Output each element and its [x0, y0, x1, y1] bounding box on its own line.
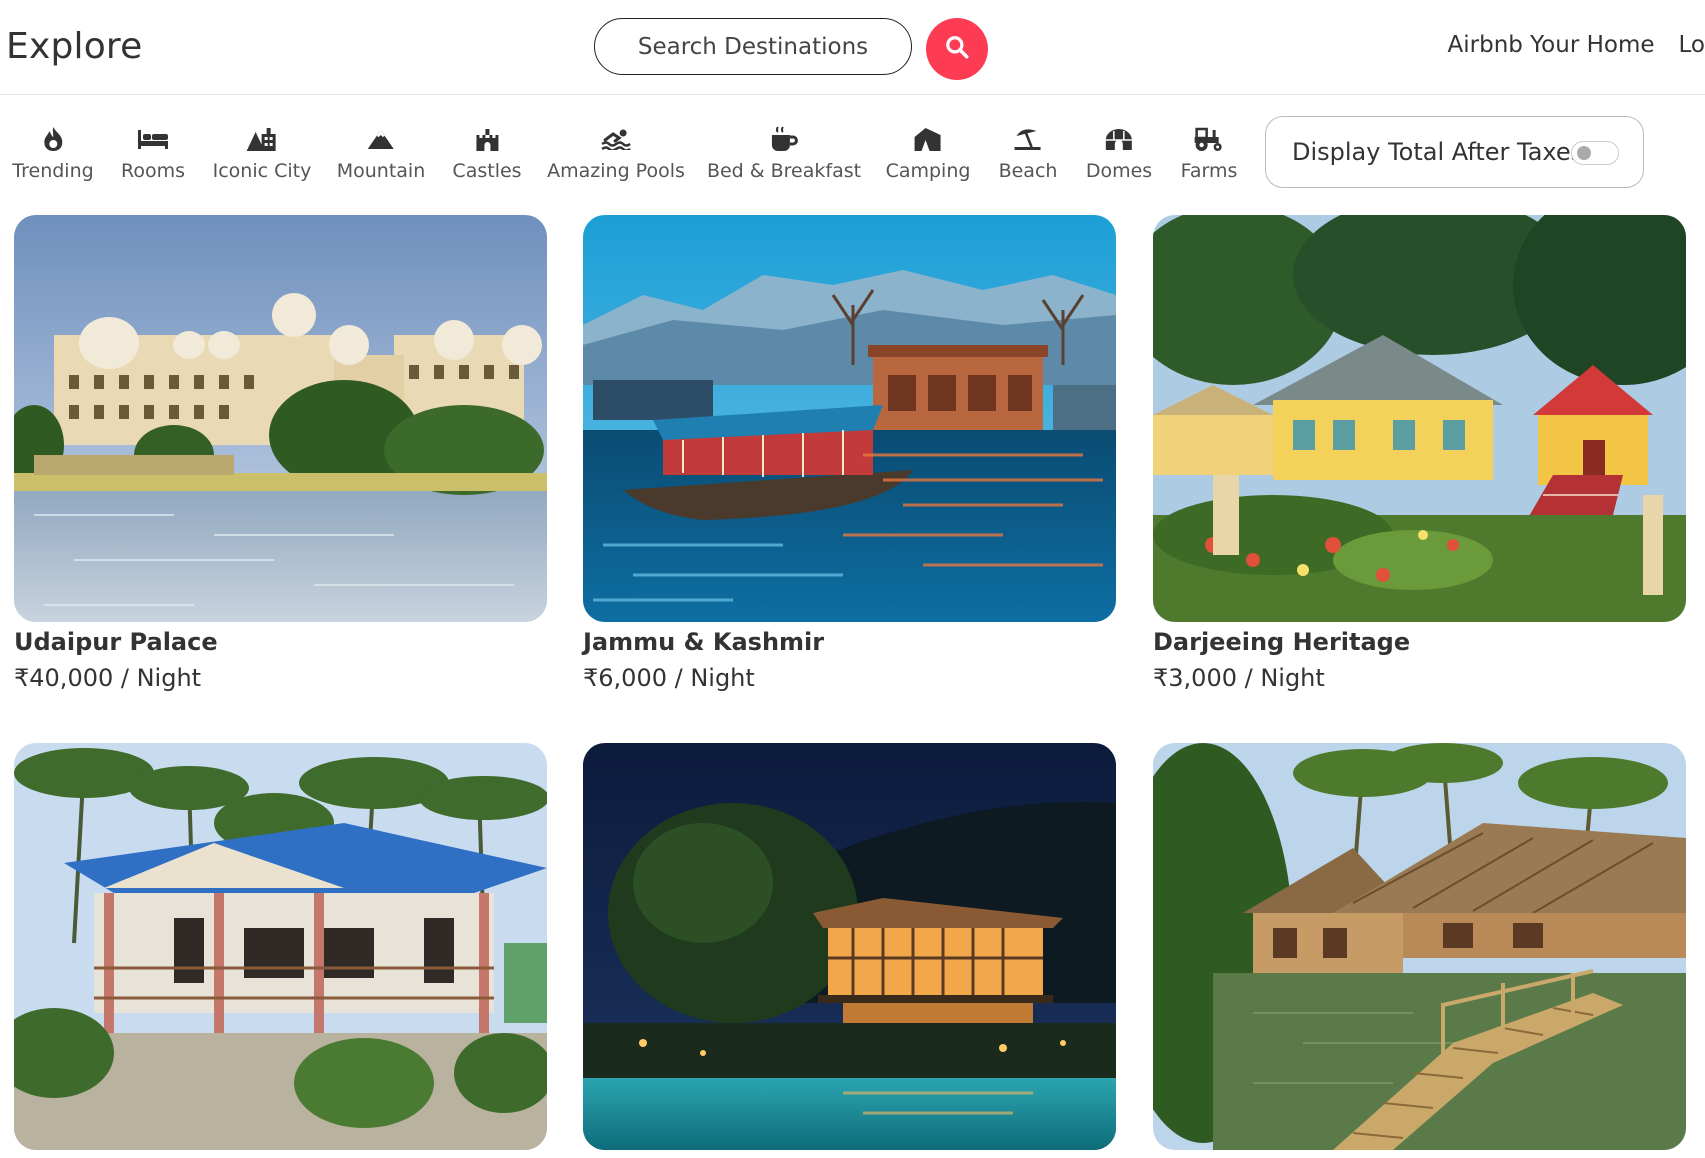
search-icon [944, 34, 970, 64]
filter-beach[interactable]: Beach [998, 124, 1058, 182]
filter-label: Amazing Pools [547, 160, 685, 182]
tax-toggle-switch[interactable] [1571, 141, 1619, 165]
filter-label: Camping [885, 160, 971, 182]
igloo-icon [1086, 124, 1152, 154]
filter-trending[interactable]: Trending [12, 124, 94, 182]
filter-bed-and-breakfast[interactable]: Bed & Breakfast [707, 124, 861, 182]
switch-knob [1577, 146, 1591, 160]
brand-title[interactable]: Explore [6, 26, 143, 67]
filter-iconic-city[interactable]: Iconic City [212, 124, 312, 182]
listing-card[interactable] [1153, 743, 1686, 1158]
search-bar[interactable] [594, 18, 912, 75]
filter-farms[interactable]: Farms [1180, 124, 1238, 182]
thatched-hut-backwater-photo[interactable] [1153, 743, 1686, 1150]
fire-icon [12, 124, 93, 154]
filter-rooms[interactable]: Rooms [121, 124, 185, 182]
filter-mountain[interactable]: Mountain [336, 124, 426, 182]
filter-label: Domes [1085, 160, 1153, 182]
listing-card[interactable]: Udaipur Palace ₹40,000 / Night [14, 215, 547, 692]
filter-label: Bed & Breakfast [706, 160, 862, 182]
listing-card[interactable] [583, 743, 1116, 1158]
castle-icon [452, 124, 521, 154]
houseboat-lake-photo[interactable] [583, 215, 1116, 622]
search-input[interactable] [621, 32, 885, 61]
tax-toggle-label: Display Total After Taxes [1292, 138, 1584, 166]
filter-label: Trending [12, 160, 94, 182]
listing-card[interactable]: Jammu & Kashmir ₹6,000 / Night [583, 215, 1116, 692]
listing-card[interactable] [14, 743, 547, 1158]
filter-label: Mountain [336, 160, 426, 182]
filter-domes[interactable]: Domes [1086, 124, 1152, 182]
category-filter-bar: Trending Rooms Iconic City Mountain Cast… [0, 116, 1705, 196]
tax-toggle-box[interactable]: Display Total After Taxes [1265, 116, 1644, 188]
top-navbar: Explore Airbnb Your Home Lo [0, 0, 1705, 95]
listing-price: ₹6,000 / Night [583, 664, 755, 692]
swimmer-icon [547, 124, 685, 154]
nav-links: Airbnb Your Home Lo [1448, 32, 1705, 58]
login-link[interactable]: Lo [1679, 32, 1705, 58]
tent-icon [886, 124, 971, 154]
listing-title: Udaipur Palace [14, 628, 218, 656]
airbnb-your-home-link[interactable]: Airbnb Your Home [1448, 32, 1655, 58]
tractor-icon [1181, 124, 1238, 154]
listing-price: ₹3,000 / Night [1153, 664, 1325, 692]
filter-label: Castles [452, 160, 522, 182]
palace-lake-photo[interactable] [14, 215, 547, 622]
listing-title: Jammu & Kashmir [583, 628, 825, 656]
listing-title: Darjeeing Heritage [1153, 628, 1411, 656]
city-icon [213, 124, 312, 154]
filter-label: Iconic City [212, 160, 312, 182]
heritage-garden-photo[interactable] [1153, 215, 1686, 622]
search-button[interactable] [926, 18, 988, 80]
blue-roof-cottage-photo[interactable] [14, 743, 547, 1150]
umbrella-beach-icon [999, 124, 1058, 154]
filter-label: Farms [1180, 160, 1238, 182]
filter-label: Rooms [120, 160, 186, 182]
mug-icon [707, 124, 861, 154]
listing-card[interactable]: Darjeeing Heritage ₹3,000 / Night [1153, 215, 1686, 692]
filter-castles[interactable]: Castles [452, 124, 522, 182]
filter-amazing-pools[interactable]: Amazing Pools [547, 124, 685, 182]
filter-label: Beach [998, 160, 1058, 182]
night-villa-pool-photo[interactable] [583, 743, 1116, 1150]
filter-camping[interactable]: Camping [885, 124, 971, 182]
listing-price: ₹40,000 / Night [14, 664, 202, 692]
mountain-icon [337, 124, 426, 154]
bed-icon [121, 124, 185, 154]
